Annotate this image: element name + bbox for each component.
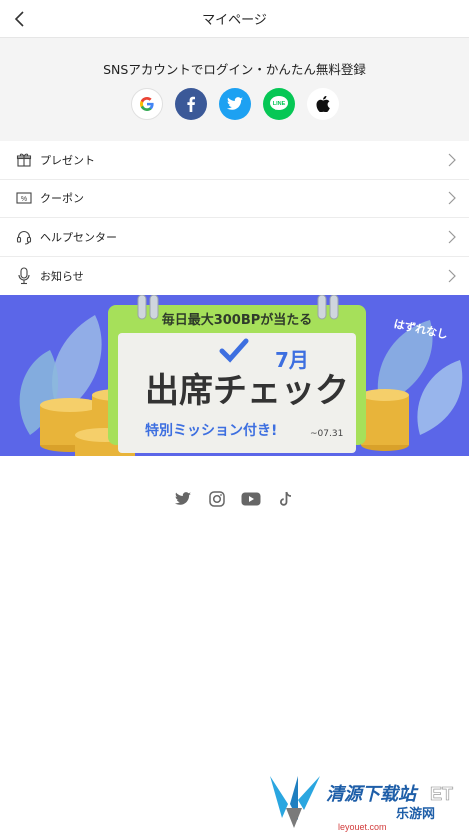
menu-item-notice[interactable]: お知らせ <box>0 257 469 296</box>
twitter-link[interactable] <box>172 488 194 510</box>
youtube-icon <box>241 492 261 506</box>
banner-month: 7月 <box>275 348 309 372</box>
twitter-login-button[interactable] <box>219 88 251 120</box>
tiktok-link[interactable] <box>275 488 297 510</box>
sns-login-title: SNSアカウントでログイン・かんたん無料登録 <box>103 62 366 77</box>
banner-top-text: 毎日最大300BPが当たる <box>162 312 313 328</box>
twitter-icon <box>227 97 243 110</box>
instagram-icon <box>209 491 225 507</box>
gift-icon <box>15 151 33 169</box>
coins-right <box>361 389 409 451</box>
header: マイページ <box>0 0 469 38</box>
social-links <box>0 488 469 510</box>
svg-text:LINE: LINE <box>273 101 286 107</box>
menu-item-label: クーポン <box>40 192 84 206</box>
svg-text:%: % <box>21 196 27 203</box>
banner-sub-text: 特別ミッション付き! <box>145 422 277 439</box>
watermark-text-3: ET <box>430 784 453 804</box>
line-icon: LINE <box>270 96 288 110</box>
menu-item-label: プレゼント <box>40 153 95 167</box>
watermark-text-2: 乐游网 <box>396 806 435 822</box>
twitter-icon <box>175 492 191 505</box>
chevron-right-icon <box>445 269 459 283</box>
banner-main-text: 出席チェック <box>145 371 349 411</box>
apple-icon <box>316 96 330 112</box>
line-login-button[interactable]: LINE <box>263 88 295 120</box>
facebook-login-button[interactable] <box>175 88 207 120</box>
banner-date: ~07.31 <box>310 429 343 439</box>
youtube-link[interactable] <box>240 488 262 510</box>
watermark-text-1: 清源下载站 <box>326 784 419 805</box>
coupon-icon: % <box>15 189 33 207</box>
page-title: マイページ <box>202 13 267 28</box>
menu-item-label: ヘルプセンター <box>40 230 117 244</box>
watermark-url: leyouet.com <box>338 822 387 832</box>
chevron-right-icon <box>445 191 459 205</box>
headset-icon <box>15 228 33 246</box>
menu-item-help-center[interactable]: ヘルプセンター <box>0 218 469 257</box>
sns-login-panel: SNSアカウントでログイン・かんたん無料登録 LINE <box>0 38 469 141</box>
menu-list: プレゼント % クーポン ヘルプセンター お知らせ <box>0 141 469 295</box>
chevron-left-icon <box>14 11 24 27</box>
google-login-button[interactable] <box>131 88 163 120</box>
attendance-banner[interactable]: 毎日最大300BPが当たる はずれなし 出席チェック 7月 特別ミッション付き!… <box>0 295 469 456</box>
menu-item-present[interactable]: プレゼント <box>0 141 469 180</box>
microphone-icon <box>15 267 33 285</box>
apple-login-button[interactable] <box>307 88 339 120</box>
banner-artwork: 毎日最大300BPが当たる はずれなし 出席チェック 7月 特別ミッション付き!… <box>0 295 469 456</box>
menu-item-label: お知らせ <box>40 269 84 283</box>
facebook-icon <box>187 96 195 112</box>
chevron-right-icon <box>445 153 459 167</box>
menu-item-coupon[interactable]: % クーポン <box>0 180 469 218</box>
watermark-logo: 清源下载站 ET 乐游网 leyouet.com <box>268 770 468 832</box>
back-button[interactable] <box>8 7 32 31</box>
tiktok-icon <box>280 491 292 506</box>
google-icon <box>140 97 154 111</box>
chevron-right-icon <box>445 230 459 244</box>
instagram-link[interactable] <box>206 488 228 510</box>
